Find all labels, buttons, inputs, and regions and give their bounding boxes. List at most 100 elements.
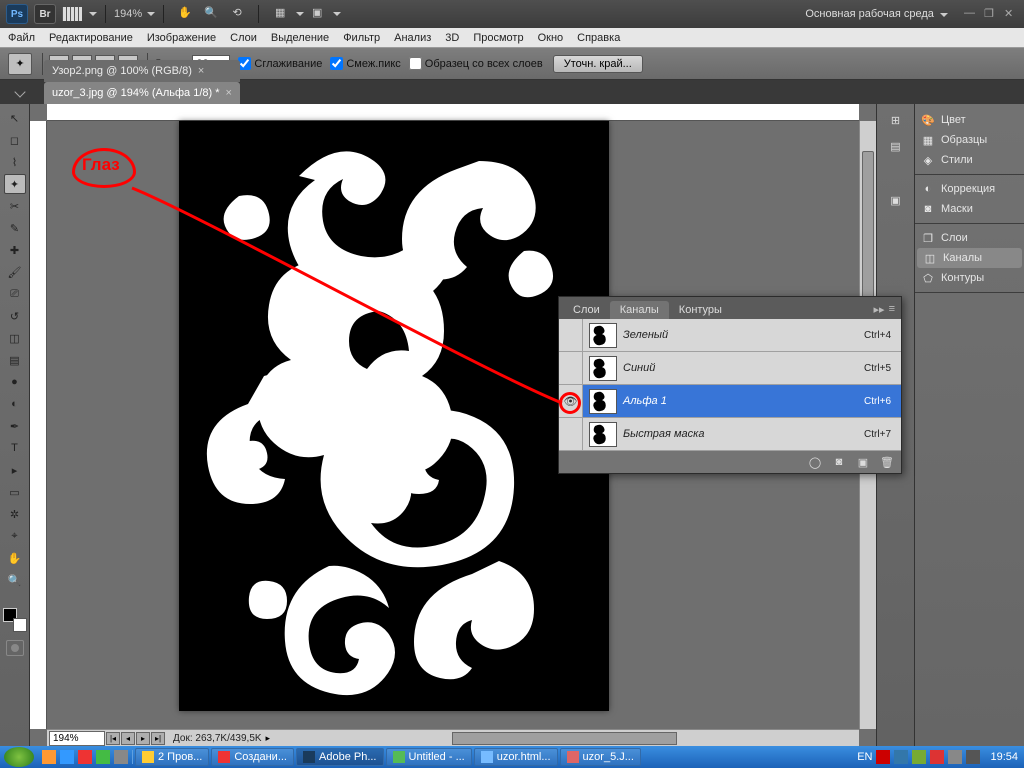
visibility-toggle[interactable] (559, 385, 583, 417)
screens-icon[interactable]: ▣ (309, 6, 325, 22)
document-tab[interactable]: uzor_3.jpg @ 194% (Альфа 1/8) *× (44, 82, 240, 104)
blur-tool[interactable]: ● (4, 372, 26, 392)
stamp-tool[interactable]: ⎚ (4, 284, 26, 304)
navigator-icon[interactable]: ⊞ (885, 110, 907, 130)
delete-channel-icon[interactable]: 🗑 (879, 455, 895, 469)
channel-row[interactable]: СинийCtrl+5 (559, 352, 901, 385)
panel-adjustments[interactable]: ◐Коррекция (915, 179, 1024, 199)
menu-analysis[interactable]: Анализ (394, 32, 431, 44)
panel-tab-channels[interactable]: Каналы (610, 301, 669, 319)
new-channel-icon[interactable]: ▣ (855, 455, 871, 469)
taskbar-item[interactable]: 2 Пров... (135, 748, 209, 766)
tray-volume-icon[interactable] (948, 750, 962, 764)
all-layers-checkbox[interactable] (409, 57, 422, 70)
gradient-tool[interactable]: ▤ (4, 350, 26, 370)
panel-menu-icon[interactable]: ≡ (889, 303, 895, 316)
nav-play-icon[interactable]: ▸ (136, 732, 150, 745)
workspace-switcher[interactable]: Основная рабочая среда (805, 8, 958, 20)
tray-icon[interactable] (930, 750, 944, 764)
close-button[interactable]: ✕ (1004, 7, 1018, 21)
panel-paths[interactable]: ⬠Контуры (915, 268, 1024, 288)
panel-collapse-icon[interactable]: ▸▸ (874, 303, 885, 316)
start-button[interactable] (4, 747, 34, 767)
panel-layers[interactable]: ❐Слои (915, 228, 1024, 248)
eyedropper-tool[interactable]: ✎ (4, 218, 26, 238)
shape-tool[interactable]: ▭ (4, 482, 26, 502)
menu-file[interactable]: Файл (8, 32, 35, 44)
panel-masks[interactable]: ◙Маски (915, 199, 1024, 219)
ps-logo[interactable]: Ps (6, 4, 28, 24)
hand-icon[interactable]: ✋ (177, 6, 193, 22)
tray-icon[interactable] (876, 750, 890, 764)
panel-channels[interactable]: ◫Каналы (917, 248, 1022, 268)
ql-icon[interactable] (114, 750, 128, 764)
close-icon[interactable]: × (198, 65, 204, 77)
quick-mask-toggle[interactable] (6, 640, 24, 656)
taskbar-item[interactable]: Untitled - ... (386, 748, 472, 766)
channel-row[interactable]: Быстрая маскаCtrl+7 (559, 418, 901, 451)
tray-icon[interactable] (912, 750, 926, 764)
refine-edge-button[interactable]: Уточн. край... (553, 55, 643, 73)
film-icon[interactable] (62, 7, 82, 21)
vertical-ruler[interactable] (30, 121, 47, 729)
panel-swatches[interactable]: ▦Образцы (915, 130, 1024, 150)
panel-styles[interactable]: ◈Стили (915, 150, 1024, 170)
nav-first-icon[interactable]: |◂ (106, 732, 120, 745)
menu-3d[interactable]: 3D (445, 32, 459, 44)
horizontal-scrollbar[interactable] (284, 732, 845, 745)
horizontal-ruler[interactable] (47, 104, 859, 121)
channel-row[interactable]: ЗеленыйCtrl+4 (559, 319, 901, 352)
zoom-display[interactable]: 194% (114, 8, 142, 20)
clock[interactable]: 19:54 (990, 751, 1018, 763)
panel-tab-layers[interactable]: Слои (563, 301, 610, 319)
ql-icon[interactable] (42, 750, 56, 764)
panel-tab-paths[interactable]: Контуры (669, 301, 732, 319)
magic-wand-tool[interactable]: ✦ (4, 174, 26, 194)
dodge-tool[interactable]: ◐ (4, 394, 26, 414)
visibility-toggle[interactable] (559, 418, 583, 450)
menu-edit[interactable]: Редактирование (49, 32, 133, 44)
taskbar-item[interactable]: uzor_5.J... (560, 748, 641, 766)
3d-camera-tool[interactable]: ⌖ (4, 526, 26, 546)
current-tool-icon[interactable]: ✦ (8, 53, 32, 75)
document-canvas[interactable] (179, 121, 609, 711)
menu-window[interactable]: Окно (538, 32, 564, 44)
tabbar-menu-icon[interactable] (0, 80, 40, 104)
close-icon[interactable]: × (226, 87, 232, 99)
bridge-logo[interactable]: Br (34, 4, 56, 24)
tray-network-icon[interactable] (966, 750, 980, 764)
nav-next-icon[interactable]: ▸| (151, 732, 165, 745)
lang-indicator[interactable]: EN (857, 751, 872, 763)
zoom-icon[interactable]: 🔍 (203, 6, 219, 22)
3d-tool[interactable]: ✲ (4, 504, 26, 524)
visibility-toggle[interactable] (559, 319, 583, 351)
panel-color[interactable]: 🎨Цвет (915, 110, 1024, 130)
taskbar-item[interactable]: Adobe Ph... (296, 748, 384, 766)
healing-tool[interactable]: ✚ (4, 240, 26, 260)
menu-filter[interactable]: Фильтр (343, 32, 380, 44)
ql-icon[interactable] (60, 750, 74, 764)
type-tool[interactable]: T (4, 438, 26, 458)
tray-icon[interactable] (894, 750, 908, 764)
menu-view[interactable]: Просмотр (473, 32, 523, 44)
crop-tool[interactable]: ✂ (4, 196, 26, 216)
visibility-toggle[interactable] (559, 352, 583, 384)
hand-tool[interactable]: ✋ (4, 548, 26, 568)
maximize-button[interactable]: ❐ (984, 7, 998, 21)
brush-tool[interactable]: 🖌 (4, 262, 26, 282)
path-select-tool[interactable]: ▸ (4, 460, 26, 480)
menu-image[interactable]: Изображение (147, 32, 216, 44)
menu-layers[interactable]: Слои (230, 32, 257, 44)
channels-panel[interactable]: Слои Каналы Контуры ▸▸ ≡ ЗеленыйCtrl+4Син… (558, 296, 902, 474)
arrange-icon[interactable]: ▦ (272, 6, 288, 22)
taskbar-item[interactable]: uzor.html... (474, 748, 558, 766)
zoom-tool[interactable]: 🔍 (4, 570, 26, 590)
contiguous-checkbox[interactable] (330, 57, 343, 70)
ql-icon[interactable] (78, 750, 92, 764)
histogram-icon[interactable]: ▤ (885, 136, 907, 156)
eraser-tool[interactable]: ◫ (4, 328, 26, 348)
rotate-icon[interactable]: ⟲ (229, 6, 245, 22)
minimize-button[interactable]: — (964, 7, 978, 21)
menu-help[interactable]: Справка (577, 32, 620, 44)
taskbar-item[interactable]: Создани... (211, 748, 294, 766)
